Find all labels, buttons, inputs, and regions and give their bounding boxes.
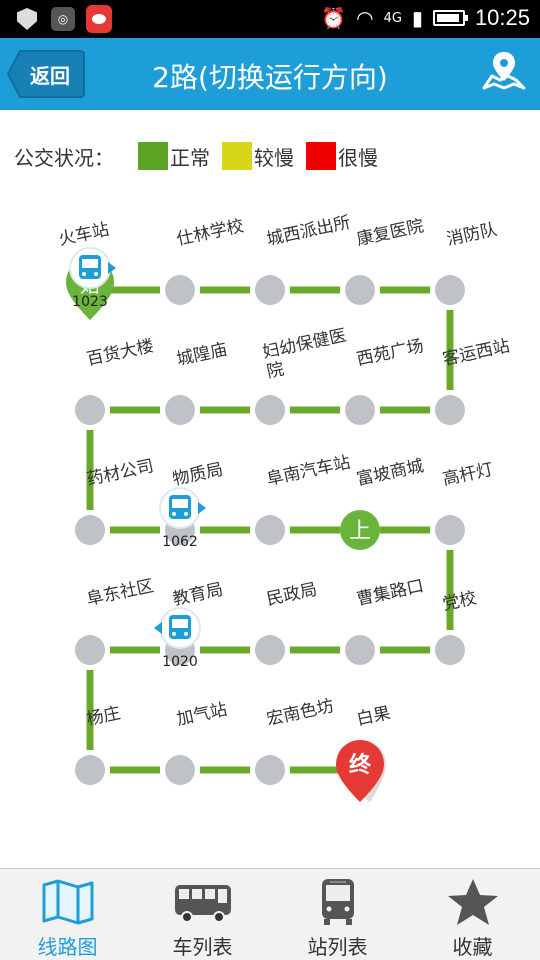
nav-label: 站列表 <box>307 935 368 959</box>
stop-label[interactable]: 消防队 <box>445 220 499 250</box>
stop-dot[interactable] <box>255 635 285 665</box>
boarding-marker[interactable]: 上 <box>340 510 380 550</box>
stop-label[interactable]: 党校 <box>441 588 478 615</box>
nav-bus-list[interactable]: 车列表 <box>135 869 270 960</box>
nav-route-map[interactable]: 线路图 <box>0 869 135 960</box>
stop-label[interactable]: 仕林学校 <box>175 216 246 250</box>
terminal-marker[interactable]: 终 <box>336 740 386 802</box>
stop-dot[interactable] <box>345 395 375 425</box>
stops-layer: 火车站 仕林学校 城西派出所 康复医院 消防队客运西站西苑广场妇幼保健医院城隍庙百货大楼… <box>57 213 512 785</box>
bus-light-left <box>172 632 176 636</box>
legend-swatch-slow <box>222 142 252 170</box>
stop-dot[interactable] <box>75 755 105 785</box>
bus-light-right <box>94 272 98 276</box>
stop-dot[interactable] <box>255 275 285 305</box>
stop-label[interactable]: 西苑广场 <box>355 336 426 370</box>
map-pin-icon <box>482 52 526 90</box>
map-icon <box>42 879 93 925</box>
nav-label: 收藏 <box>452 935 493 959</box>
bus-number: 1023 <box>72 294 108 310</box>
bus-number: 1062 <box>162 534 198 550</box>
stop-dot[interactable] <box>255 395 285 425</box>
nav-stop-list[interactable]: 站列表 <box>270 869 405 960</box>
signal-icon: ▮ <box>411 6 423 30</box>
stop-label[interactable]: 药材公司 <box>85 456 156 490</box>
stop-label[interactable]: 阜东社区 <box>85 576 156 610</box>
bus-direction-arrow <box>198 502 206 514</box>
bus-light-right <box>184 512 188 516</box>
stop-label[interactable]: 百货大楼 <box>85 336 156 370</box>
bus-light-left <box>172 512 176 516</box>
page-title[interactable]: 2路(切换运行方向) <box>0 56 540 96</box>
bus-light-right <box>184 632 188 636</box>
stop-label[interactable]: 高杆灯 <box>441 460 495 490</box>
bus-side-icon <box>174 885 231 923</box>
legend-label: 公交状况： <box>14 145 114 170</box>
bottom-nav: 线路图 车列表 站列表 收藏 <box>0 868 540 960</box>
boarding-marker-text: 上 <box>349 519 371 544</box>
bus-direction-arrow <box>108 262 116 274</box>
stop-dot[interactable] <box>345 275 375 305</box>
status-bar: ◎ ⏰ ◠ 4G ▮ 10:25 <box>0 0 540 38</box>
nav-label: 线路图 <box>37 935 98 959</box>
bus-marker[interactable]: 1020 <box>154 607 201 670</box>
stop-dot[interactable] <box>75 395 105 425</box>
bus-light-left <box>82 272 86 276</box>
stop-dot[interactable] <box>345 635 375 665</box>
stop-dot[interactable] <box>435 515 465 545</box>
traffic-legend: 公交状况： 正常 较慢 很慢 <box>14 140 390 172</box>
stop-label[interactable]: 曹集路口 <box>355 576 426 610</box>
stop-label[interactable]: 妇幼保健医院 <box>261 326 352 383</box>
map-location-button[interactable] <box>480 48 528 96</box>
stop-label[interactable]: 民政局 <box>265 580 319 610</box>
stop-label[interactable]: 城西派出所 <box>265 213 352 250</box>
bus-window <box>82 259 98 268</box>
terminal-marker-text: 终 <box>349 752 372 778</box>
stop-dot[interactable] <box>435 395 465 425</box>
shield-icon <box>14 6 40 32</box>
stop-dot[interactable] <box>165 755 195 785</box>
legend-text-very-slow: 很慢 <box>338 145 378 170</box>
bus-window <box>172 499 188 508</box>
stop-dot[interactable] <box>255 515 285 545</box>
legend-text-normal: 正常 <box>170 145 210 170</box>
wechat-icon <box>86 5 112 33</box>
stop-label[interactable]: 火车站 <box>57 220 111 250</box>
bus-direction-arrow <box>154 622 162 634</box>
battery-icon <box>432 10 468 26</box>
stop-label[interactable]: 宏南色坊 <box>265 696 336 730</box>
stop-label[interactable]: 白果 <box>355 703 392 730</box>
stop-label[interactable]: 阜南汽车站 <box>265 453 352 490</box>
stop-label[interactable]: 康复医院 <box>355 216 426 250</box>
stop-dot[interactable] <box>435 275 465 305</box>
stop-label[interactable]: 城隍庙 <box>175 340 229 370</box>
legend-swatch-normal <box>138 142 168 170</box>
stop-label[interactable]: 物质局 <box>171 460 225 490</box>
bus-number: 1020 <box>162 654 198 670</box>
alarm-icon: ⏰ <box>321 6 347 30</box>
stop-label[interactable]: 加气站 <box>175 700 229 730</box>
legend-text-slow: 较慢 <box>254 145 294 170</box>
clock: 10:25 <box>474 5 530 30</box>
stop-dot[interactable] <box>435 635 465 665</box>
route-map: 火车站 仕林学校 城西派出所 康复医院 消防队客运西站西苑广场妇幼保健医院城隍庙百货大楼… <box>57 213 512 802</box>
wifi-icon: ◠ <box>356 6 374 30</box>
network-type: 4G <box>383 10 402 26</box>
star-icon <box>447 879 498 925</box>
nav-label: 车列表 <box>172 935 233 959</box>
bus-marker[interactable]: 1062 <box>159 487 206 550</box>
stop-dot[interactable] <box>255 755 285 785</box>
stop-dot[interactable] <box>165 275 195 305</box>
stop-label[interactable]: 教育局 <box>171 580 225 610</box>
bus-front-icon <box>321 879 354 925</box>
nav-favorites[interactable]: 收藏 <box>405 869 540 960</box>
app-notification-icon: ◎ <box>50 6 76 32</box>
app-header: 返回 2路(切换运行方向) <box>0 38 540 110</box>
stop-label[interactable]: 富坡商城 <box>355 456 426 490</box>
stop-dot[interactable] <box>75 635 105 665</box>
legend-swatch-very-slow <box>306 142 336 170</box>
stop-dot[interactable] <box>165 395 195 425</box>
stop-dot[interactable] <box>75 515 105 545</box>
bus-window <box>172 619 188 628</box>
